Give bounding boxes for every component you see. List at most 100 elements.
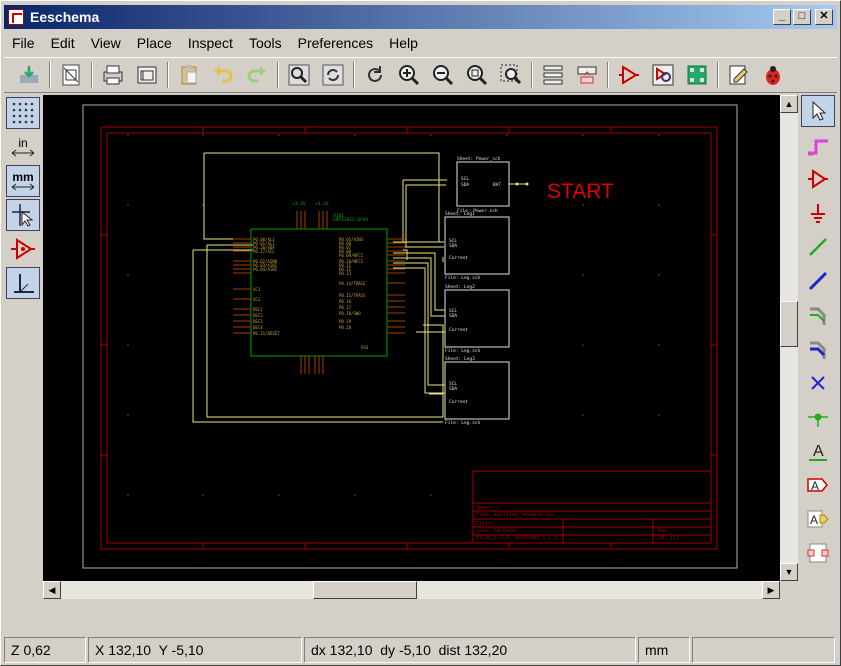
sheet-power-name: Sheet: Power_sch (457, 156, 501, 162)
svg-text:P0.19: P0.19 (339, 319, 352, 324)
find-replace-icon[interactable] (318, 60, 348, 90)
wire-to-bus-entry-icon[interactable] (801, 299, 835, 331)
library-editor-icon[interactable] (614, 60, 644, 90)
highlight-net-icon[interactable] (801, 129, 835, 161)
horizontal-scrollbar[interactable]: ◀ ▶ (43, 581, 780, 599)
main-toolbar (4, 57, 837, 93)
add-bus-icon[interactable] (801, 265, 835, 297)
svg-text:SDA: SDA (449, 243, 457, 249)
svg-text:P0.18/SWO: P0.18/SWO (339, 311, 361, 316)
menu-inspect[interactable]: Inspect (180, 35, 241, 51)
svg-text:+3.3V: +3.3V (315, 201, 329, 207)
add-wire-icon[interactable] (801, 231, 835, 263)
page-settings-icon[interactable] (56, 60, 86, 90)
menu-place[interactable]: Place (129, 35, 180, 51)
svg-text:P0.09/NFC1: P0.09/NFC1 (339, 253, 364, 258)
status-bar: Z 0,62 X 132,10 Y -5,10 dx 132,10 dy -5,… (4, 637, 837, 663)
svg-text:Current: Current (449, 255, 468, 261)
scroll-left-button[interactable]: ◀ (43, 581, 61, 599)
svg-text:SDA: SDA (461, 182, 469, 188)
units-inch-button[interactable]: in (6, 131, 40, 163)
annotate-icon[interactable] (724, 60, 754, 90)
start-annotation: START (547, 180, 614, 203)
load-icon[interactable] (14, 60, 44, 90)
left-toolbar: in mm (6, 97, 42, 301)
scroll-down-button[interactable]: ▼ (780, 563, 798, 581)
svg-text:P0.04/AIN2: P0.04/AIN2 (253, 267, 278, 272)
close-button[interactable]: ✕ (815, 9, 833, 25)
plot-icon[interactable] (132, 60, 162, 90)
svg-text:A: A (813, 443, 824, 460)
redo-icon[interactable] (242, 60, 272, 90)
paste-icon[interactable] (174, 60, 204, 90)
add-hierarchical-label-icon[interactable]: A (801, 503, 835, 535)
print-icon[interactable] (98, 60, 128, 90)
menu-file[interactable]: File (4, 35, 43, 51)
add-net-label-icon[interactable]: A (801, 435, 835, 467)
status-cursor-xy: X 132,10 Y -5,10 (88, 637, 302, 663)
leave-sheet-icon[interactable] (572, 60, 602, 90)
svg-text:Current: Current (449, 327, 468, 333)
vertical-scrollbar[interactable]: ▲ ▼ (780, 95, 798, 581)
sheet-leg1-name: Sheet: Leg1 (445, 211, 475, 217)
scroll-up-button[interactable]: ▲ (780, 95, 798, 113)
add-symbol-icon[interactable] (801, 163, 835, 195)
svg-text:P0.17: P0.17 (339, 305, 352, 310)
bus-to-bus-entry-icon[interactable] (801, 333, 835, 365)
select-tool-icon[interactable] (801, 95, 835, 127)
menu-tools[interactable]: Tools (241, 35, 290, 51)
refresh-icon[interactable] (360, 60, 390, 90)
schematic-drawing: Sheet: / File: multileg_hexapod.sch Titl… (82, 104, 738, 569)
maximize-button[interactable]: □ (793, 9, 811, 25)
status-extra (692, 637, 835, 663)
svg-text:SDA: SDA (449, 313, 457, 319)
hierarchy-icon[interactable] (538, 60, 568, 90)
vertical-scroll-thumb[interactable] (780, 301, 798, 347)
add-power-icon[interactable] (801, 197, 835, 229)
grid-toggle-icon[interactable] (6, 97, 40, 129)
sheet-leg3-name: Sheet: Leg3 (445, 356, 475, 362)
zoom-out-icon[interactable] (428, 60, 458, 90)
minimize-button[interactable]: _ (773, 9, 791, 25)
zoom-fit-icon[interactable] (462, 60, 492, 90)
svg-text:Sheet: /: Sheet: / (476, 505, 500, 511)
scroll-right-button[interactable]: ▶ (762, 581, 780, 599)
title-bar[interactable]: Eeschema _ □ ✕ (4, 5, 837, 29)
undo-icon[interactable] (208, 60, 238, 90)
svg-text:DEC2: DEC2 (253, 313, 263, 318)
zoom-selection-icon[interactable] (496, 60, 526, 90)
status-zoom: Z 0,62 (4, 637, 86, 663)
svg-text:KiCad E.D.A. eeschema 5.1.x: KiCad E.D.A. eeschema 5.1.x (476, 535, 557, 541)
erc-icon[interactable] (758, 60, 788, 90)
menu-edit[interactable]: Edit (43, 35, 83, 51)
schematic-canvas[interactable]: Sheet: / File: multileg_hexapod.sch Titl… (43, 95, 780, 581)
svg-text:P0.16: P0.16 (339, 299, 352, 304)
library-browser-icon[interactable] (648, 60, 678, 90)
units-mm-button[interactable]: mm (6, 165, 40, 197)
menu-bar: File Edit View Place Inspect Tools Prefe… (4, 31, 837, 55)
find-icon[interactable] (284, 60, 314, 90)
zoom-in-icon[interactable] (394, 60, 424, 90)
menu-preferences[interactable]: Preferences (290, 35, 381, 51)
svg-text:P0.13: P0.13 (339, 271, 352, 276)
hidden-pins-icon[interactable] (6, 233, 40, 265)
svg-text:BAT: BAT (493, 182, 501, 188)
no-connect-icon[interactable] (801, 367, 835, 399)
add-global-label-icon[interactable]: A (801, 469, 835, 501)
menu-view[interactable]: View (83, 35, 129, 51)
svg-text:DEC3: DEC3 (253, 319, 263, 324)
horizontal-scroll-thumb[interactable] (313, 581, 417, 599)
cursor-shape-icon[interactable] (6, 199, 40, 231)
wire-angle-icon[interactable] (6, 267, 40, 299)
footprint-editor-icon[interactable] (682, 60, 712, 90)
svg-text:XC2: XC2 (253, 297, 261, 302)
menu-help[interactable]: Help (381, 35, 426, 51)
sheet-leg2-name: Sheet: Leg2 (445, 284, 475, 290)
sheet-leg1-file: File: Leg.sch (445, 275, 481, 281)
svg-text:Rev:: Rev: (658, 528, 670, 534)
add-junction-icon[interactable] (801, 401, 835, 433)
svg-text:Current: Current (449, 399, 468, 405)
status-delta: dx 132,10 dy -5,10 dist 132,20 (304, 637, 636, 663)
svg-text:P0.20: P0.20 (339, 325, 352, 330)
add-hierarchical-sheet-icon[interactable] (801, 537, 835, 569)
